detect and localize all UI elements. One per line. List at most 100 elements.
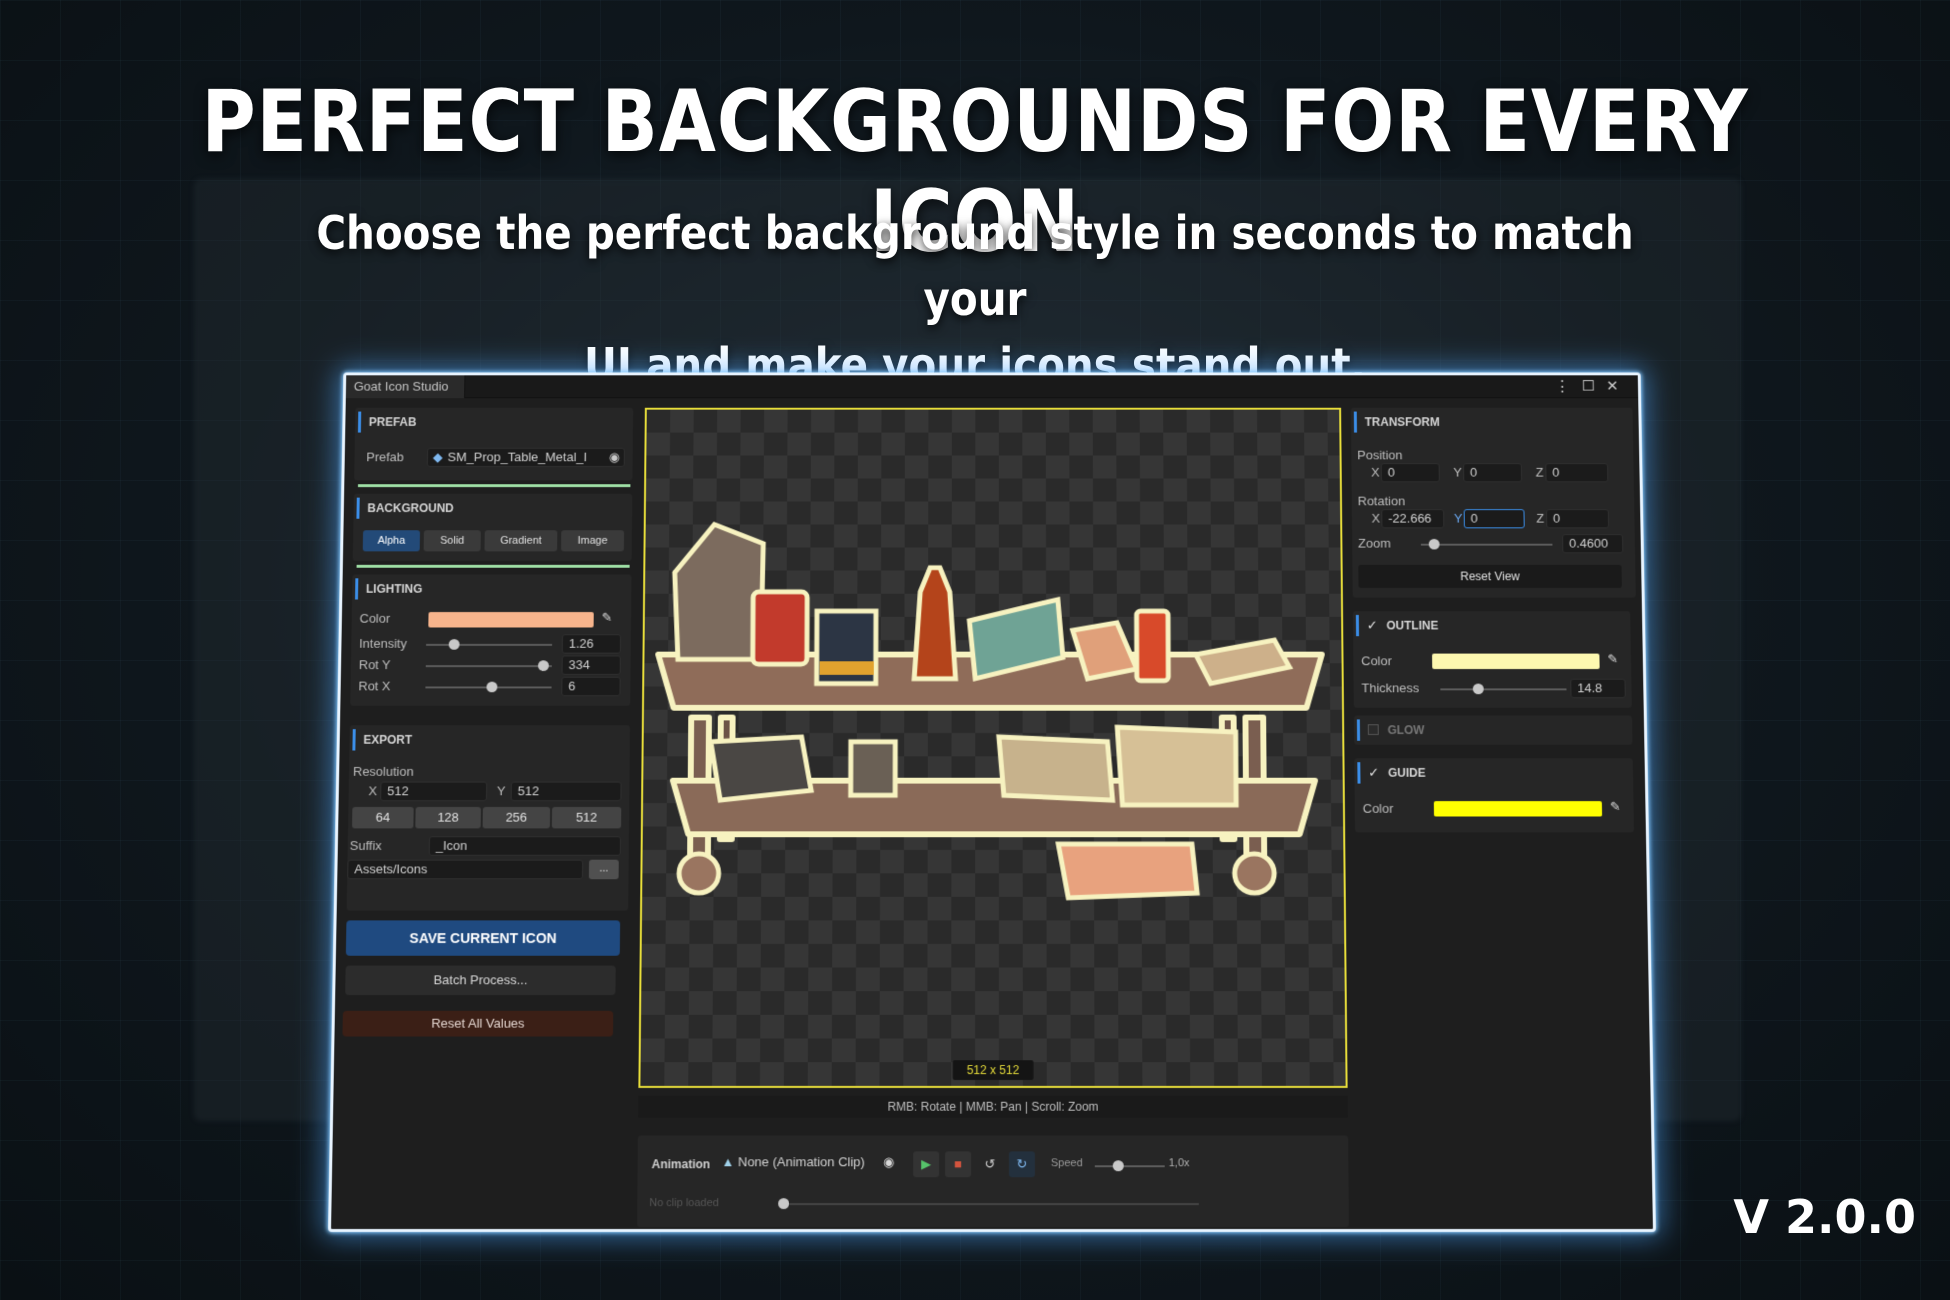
speed-slider-knob[interactable] — [1113, 1160, 1124, 1171]
preset-128-button[interactable]: 128 — [415, 807, 481, 828]
save-current-icon-button[interactable]: SAVE CURRENT ICON — [346, 920, 620, 955]
thickness-slider-knob[interactable] — [1473, 684, 1484, 695]
preset-512-button[interactable]: 512 — [552, 807, 621, 828]
res-y-label: Y — [497, 784, 506, 799]
preset-256-button[interactable]: 256 — [483, 807, 551, 828]
zoom-field[interactable]: 0.4600 — [1562, 534, 1623, 553]
cash-bundle-stack — [999, 737, 1113, 800]
lighting-color-label: Color — [359, 611, 390, 625]
guide-color-swatch[interactable] — [1434, 801, 1602, 817]
table-wheel — [1235, 854, 1275, 893]
reset-all-values-button[interactable]: Reset All Values — [342, 1011, 613, 1037]
rot-x-label: X — [1371, 511, 1380, 525]
suffix-field[interactable]: _Icon — [429, 836, 621, 856]
pos-y-label: Y — [1453, 465, 1462, 479]
rewind-icon[interactable]: ↺ — [977, 1151, 1003, 1177]
thickness-field[interactable]: 14.8 — [1570, 679, 1626, 698]
thickness-slider[interactable] — [1440, 688, 1566, 690]
pos-z-label: Z — [1536, 465, 1544, 479]
eyedropper-icon[interactable]: ✎ — [601, 610, 612, 625]
position-label: Position — [1357, 448, 1402, 462]
table-wheel — [679, 854, 719, 893]
lighting-color-swatch[interactable] — [428, 612, 593, 627]
eyedropper-icon[interactable]: ✎ — [1610, 799, 1621, 815]
rot-x-field[interactable]: 6 — [561, 677, 620, 696]
lighting-title: LIGHTING — [352, 574, 631, 603]
object-picker-icon[interactable]: ◉ — [883, 1154, 894, 1170]
animation-clip-field[interactable]: ▲ None (Animation Clip) — [721, 1153, 897, 1173]
subheadline-line-1: Choose the perfect background style in s… — [302, 200, 1648, 332]
close-icon[interactable]: ✕ — [1606, 377, 1619, 394]
more-vertical-icon[interactable]: ⋮ — [1555, 377, 1570, 394]
background-title: BACKGROUND — [353, 494, 632, 523]
pos-z-field[interactable]: 0 — [1545, 463, 1608, 482]
preview-viewport[interactable]: 512 x 512 — [638, 408, 1347, 1088]
background-mode-alpha[interactable]: Alpha — [363, 530, 420, 551]
version-label: V 2.0.0 — [1733, 1190, 1916, 1244]
background-mode-image[interactable]: Image — [561, 530, 624, 551]
export-title: EXPORT — [349, 725, 630, 754]
timeline-knob[interactable] — [778, 1198, 789, 1209]
rot-x-slider[interactable] — [425, 686, 551, 688]
object-picker-icon[interactable]: ◉ — [609, 449, 620, 466]
rotation-z-field[interactable]: 0 — [1546, 509, 1609, 528]
rot-y-slider-knob[interactable] — [538, 660, 549, 671]
export-path-field[interactable]: Assets/Icons — [347, 860, 583, 880]
res-x-label: X — [368, 784, 377, 799]
zoom-slider-knob[interactable] — [1429, 539, 1440, 550]
res-x-field[interactable]: 512 — [380, 782, 487, 801]
jar-prop — [851, 742, 896, 796]
rot-y-field[interactable]: 334 — [562, 656, 621, 675]
outline-section: OUTLINE ✓ Color ✎ Thickness 14.8 — [1353, 611, 1632, 708]
glow-checkbox[interactable] — [1368, 724, 1379, 735]
background-mode-solid[interactable]: Solid — [424, 530, 481, 551]
subheadline: Choose the perfect background style in s… — [302, 200, 1648, 398]
rot-y-slider[interactable] — [426, 665, 552, 667]
resolution-badge: 512 x 512 — [953, 1060, 1033, 1080]
browse-button[interactable]: ... — [589, 860, 619, 880]
play-icon[interactable]: ▶ — [913, 1151, 939, 1177]
rot-x-slider-knob[interactable] — [486, 682, 497, 693]
res-y-field[interactable]: 512 — [511, 782, 622, 801]
zoom-slider[interactable] — [1421, 544, 1553, 546]
cube-icon: ◆ — [433, 449, 443, 466]
pos-x-field[interactable]: 0 — [1381, 463, 1440, 482]
oil-can-label — [820, 661, 874, 675]
resolution-label: Resolution — [353, 764, 414, 779]
intensity-field[interactable]: 1.26 — [562, 634, 621, 653]
window-tab[interactable]: Goat Icon Studio — [346, 375, 465, 398]
rot-y-label: Rot Y — [359, 657, 391, 672]
timeline-scrubber[interactable] — [783, 1203, 1199, 1205]
eyedropper-icon[interactable]: ✎ — [1607, 652, 1618, 667]
guide-checkbox[interactable]: ✓ — [1368, 765, 1379, 781]
speed-value: 1,0x — [1169, 1157, 1190, 1169]
rotation-x-field[interactable]: -22.666 — [1381, 509, 1444, 528]
rot-x-label: Rot X — [358, 679, 390, 694]
cash-bundle-stack — [1117, 727, 1236, 805]
pos-y-field[interactable]: 0 — [1463, 463, 1522, 482]
stop-icon[interactable]: ■ — [945, 1151, 971, 1177]
loop-icon[interactable]: ↻ — [1009, 1151, 1035, 1177]
prefab-field[interactable]: ◆ SM_Prop_Table_Metal_I ◉ — [427, 448, 625, 467]
title-bar: Goat Icon Studio ⋮ ☐ ✕ — [346, 375, 1638, 398]
table-props-preview — [640, 410, 1345, 1086]
outline-color-swatch[interactable] — [1432, 654, 1600, 669]
reset-view-button[interactable]: Reset View — [1358, 565, 1622, 588]
cardboard-box — [1058, 844, 1197, 898]
speed-slider[interactable] — [1095, 1165, 1165, 1167]
glow-title: GLOW — [1354, 716, 1633, 745]
transform-section: TRANSFORM Position X 0 Y 0 Z 0 Rotation … — [1351, 408, 1636, 598]
maximize-icon[interactable]: ☐ — [1582, 377, 1595, 394]
glow-section: GLOW — [1354, 716, 1633, 745]
background-mode-gradient[interactable]: Gradient — [484, 530, 557, 551]
rot-z-label: Z — [1536, 511, 1544, 525]
outline-checkbox[interactable]: ✓ — [1367, 618, 1378, 633]
goat-icon-studio-window: Goat Icon Studio ⋮ ☐ ✕ PREFAB Prefab ◆ S… — [328, 372, 1656, 1232]
rotation-y-field[interactable]: 0 — [1464, 509, 1525, 528]
prefab-label: Prefab — [366, 450, 404, 464]
animation-clip-icon: ▲ — [721, 1154, 734, 1169]
batch-process-button[interactable]: Batch Process... — [345, 966, 616, 996]
intensity-slider-knob[interactable] — [449, 639, 460, 650]
preset-64-button[interactable]: 64 — [352, 807, 414, 828]
intensity-slider[interactable] — [426, 644, 552, 646]
